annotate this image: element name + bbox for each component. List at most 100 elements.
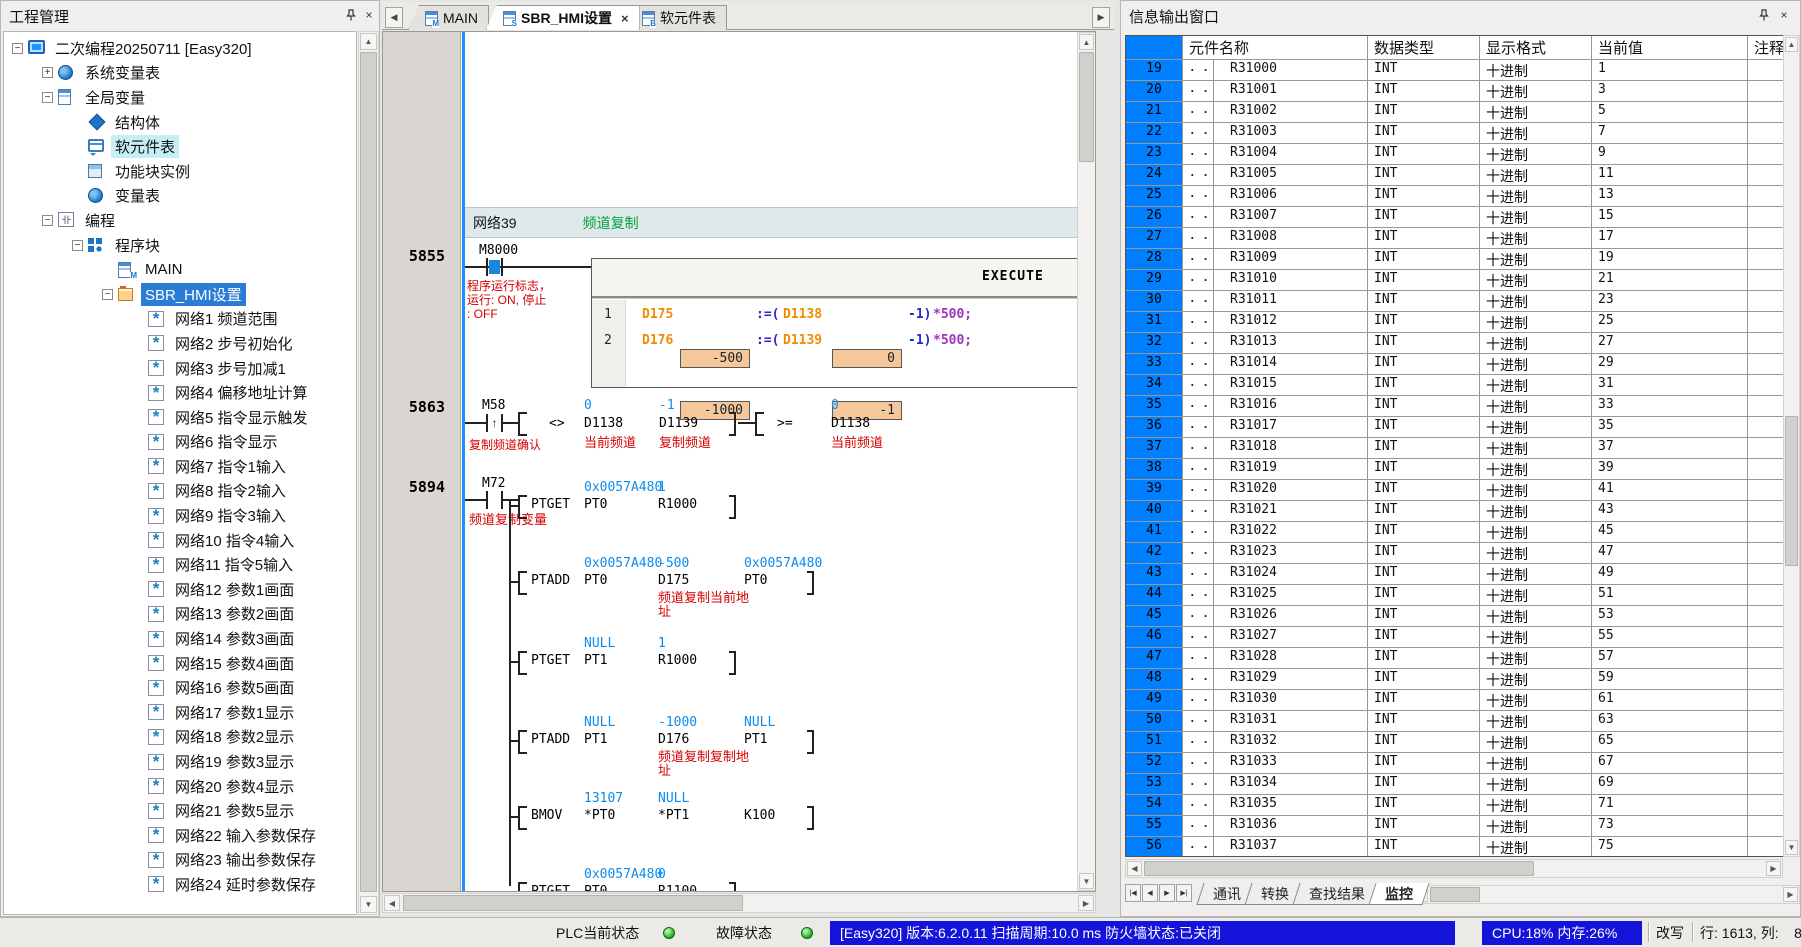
execute-block[interactable]: EXECUTE 1 D175 -500 :=( D1138 0 -1) *500… [591, 258, 1094, 388]
tree-item[interactable]: *网络5 指令显示触发 [4, 405, 356, 430]
table-row[interactable]: 29. . .R31010INT十进制21 [1126, 270, 1786, 291]
close-icon[interactable]: × [1775, 6, 1793, 23]
tree-item[interactable]: *网络23 输出参数保存 [4, 848, 356, 873]
tree-item[interactable]: *网络16 参数5画面 [4, 675, 356, 700]
expander-icon[interactable]: − [42, 215, 53, 226]
tree-item[interactable]: *网络1 频道范围 [4, 307, 356, 332]
row-options[interactable]: . . . [1183, 354, 1214, 374]
table-row[interactable]: 30. . .R31011INT十进制23 [1126, 291, 1786, 312]
operand-name[interactable]: PT1 [584, 732, 607, 747]
operand-name[interactable]: R1100 [658, 884, 697, 892]
pin-icon[interactable] [1755, 6, 1773, 23]
tab-close-icon[interactable]: × [621, 11, 629, 26]
table-row[interactable]: 33. . .R31014INT十进制29 [1126, 354, 1786, 375]
row-options[interactable]: . . . [1183, 144, 1214, 164]
row-options[interactable]: . . . [1183, 207, 1214, 227]
tree-item[interactable]: *网络12 参数1画面 [4, 577, 356, 602]
table-row[interactable]: 20. . .R31001INT十进制3 [1126, 81, 1786, 102]
editor-scrollbar-thumb[interactable] [1079, 52, 1094, 162]
monitor-scrollbar-thumb[interactable] [1785, 416, 1798, 566]
table-row[interactable]: 54. . .R31035INT十进制71 [1126, 795, 1786, 816]
operand-name[interactable]: R1000 [658, 653, 697, 668]
tree-item[interactable]: *网络2 步号初始化 [4, 331, 356, 356]
instruction-name[interactable]: BMOV [531, 808, 562, 823]
row-options[interactable]: . . . [1183, 312, 1214, 332]
column-header[interactable]: 当前值 [1592, 36, 1748, 59]
tree-item[interactable]: *网络8 指令2输入 [4, 479, 356, 504]
tree-item[interactable]: *网络3 步号加减1 [4, 356, 356, 381]
row-options[interactable]: . . . [1183, 291, 1214, 311]
row-options[interactable]: . . . [1183, 753, 1214, 773]
table-row[interactable]: 21. . .R31002INT十进制5 [1126, 102, 1786, 123]
table-row[interactable]: 23. . .R31004INT十进制9 [1126, 144, 1786, 165]
tree-item[interactable]: *网络10 指令4输入 [4, 528, 356, 553]
table-row[interactable]: 36. . .R31017INT十进制35 [1126, 417, 1786, 438]
output-tab-监控[interactable]: 监控 [1368, 883, 1429, 905]
column-header[interactable]: 显示格式 [1480, 36, 1592, 59]
st-value-box[interactable]: -500 [680, 349, 750, 368]
instruction-name[interactable]: PTADD [531, 573, 570, 588]
network-header[interactable]: 网络39 频道复制 [465, 207, 1096, 238]
table-row[interactable]: 43. . .R31024INT十进制49 [1126, 564, 1786, 585]
row-options[interactable]: . . . [1183, 816, 1214, 836]
operand-name[interactable]: D176 [658, 732, 689, 747]
contact-m58-rising[interactable]: ↑ [486, 414, 503, 432]
tree-item[interactable]: −SBR_HMI设置 [4, 282, 356, 307]
table-row[interactable]: 39. . .R31020INT十进制41 [1126, 480, 1786, 501]
scroll-left-icon[interactable]: ◀ [384, 895, 400, 911]
tree-scrollbar-thumb[interactable] [360, 52, 377, 892]
ladder-editor[interactable]: 5855 5863 5894 网络39 频道复制 M8000 程序运行标志， 运… [382, 31, 1096, 892]
scroll-left-icon[interactable]: ◀ [1127, 861, 1142, 876]
tree-item[interactable]: +系统变量表 [4, 61, 356, 86]
column-header[interactable] [1126, 36, 1183, 59]
row-options[interactable]: . . . [1183, 249, 1214, 269]
tree-item[interactable]: *网络7 指令1输入 [4, 454, 356, 479]
monitor-vertical-scrollbar[interactable]: ▲ ▼ [1783, 35, 1800, 857]
table-row[interactable]: 48. . .R31029INT十进制59 [1126, 669, 1786, 690]
table-row[interactable]: 55. . .R31036INT十进制73 [1126, 816, 1786, 837]
tree-item[interactable]: −程序块 [4, 233, 356, 258]
tab-prev-icon[interactable]: ◀ [1142, 884, 1158, 902]
table-row[interactable]: 38. . .R31019INT十进制39 [1126, 459, 1786, 480]
tree-item[interactable]: *网络24 延时参数保存 [4, 872, 356, 897]
row-options[interactable]: . . . [1183, 270, 1214, 290]
tree-item[interactable]: *网络17 参数1显示 [4, 700, 356, 725]
table-row[interactable]: 41. . .R31022INT十进制45 [1126, 522, 1786, 543]
table-row[interactable]: 22. . .R31003INT十进制7 [1126, 123, 1786, 144]
table-row[interactable]: 19. . .R31000INT十进制1 [1126, 60, 1786, 81]
scroll-right-icon[interactable]: ▶ [1078, 895, 1094, 911]
expander-icon[interactable]: − [42, 92, 53, 103]
row-options[interactable]: . . . [1183, 480, 1214, 500]
row-options[interactable]: . . . [1183, 732, 1214, 752]
tree-item[interactable]: *网络11 指令5输入 [4, 552, 356, 577]
operand-name[interactable]: R1000 [658, 497, 697, 512]
operand-name[interactable]: PT1 [744, 732, 767, 747]
scroll-down-icon[interactable]: ▼ [360, 896, 377, 913]
column-header[interactable]: 元件名称 [1183, 36, 1368, 59]
row-options[interactable]: . . . [1183, 396, 1214, 416]
editor-horizontal-scrollbar[interactable]: ◀ ▶ [382, 893, 1096, 913]
table-row[interactable]: 56. . .R31037INT十进制75 [1126, 837, 1786, 857]
operand-name[interactable]: K100 [744, 808, 775, 823]
pin-icon[interactable] [342, 6, 360, 23]
expander-icon[interactable]: − [102, 289, 113, 300]
table-row[interactable]: 45. . .R31026INT十进制53 [1126, 606, 1786, 627]
row-options[interactable]: . . . [1183, 522, 1214, 542]
tree-item[interactable]: −-| |-编程 [4, 208, 356, 233]
table-row[interactable]: 53. . .R31034INT十进制69 [1126, 774, 1786, 795]
row-options[interactable]: . . . [1183, 123, 1214, 143]
operand-name[interactable]: *PT0 [584, 808, 615, 823]
tree-item[interactable]: 功能块实例 [4, 159, 356, 184]
tree-item[interactable]: 结构体 [4, 110, 356, 135]
operand-name[interactable]: PT0 [584, 497, 607, 512]
tree-item[interactable]: *网络9 指令3输入 [4, 503, 356, 528]
row-options[interactable]: . . . [1183, 81, 1214, 101]
table-row[interactable]: 26. . .R31007INT十进制15 [1126, 207, 1786, 228]
tab-scroll-left-icon[interactable]: ◀ [385, 7, 403, 28]
table-row[interactable]: 46. . .R31027INT十进制55 [1126, 627, 1786, 648]
table-row[interactable]: 24. . .R31005INT十进制11 [1126, 165, 1786, 186]
tabstrip-scrollbar[interactable]: ◀ ▶ [1411, 885, 1800, 904]
tab-next-icon[interactable]: ▶ [1159, 884, 1175, 902]
row-options[interactable]: . . . [1183, 585, 1214, 605]
operand-name[interactable]: D1138 [831, 416, 870, 431]
